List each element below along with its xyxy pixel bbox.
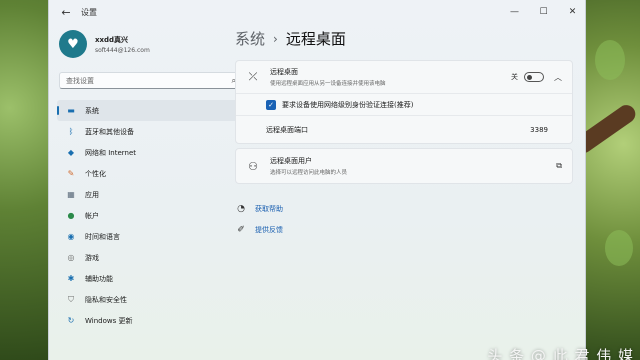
sidebar-item-windows-update[interactable]: ↻ Windows 更新 <box>57 310 247 331</box>
sidebar-item-privacy[interactable]: ⛉ 隐私和安全性 <box>57 289 247 310</box>
get-help-item[interactable]: ◔ 获取帮助 <box>235 200 283 218</box>
title-bar: ← 设置 — ☐ ✕ <box>49 0 587 24</box>
page-title: 远程桌面 <box>285 30 346 48</box>
remote-desktop-icon: ⤫ <box>248 70 258 83</box>
apps-icon: ▦ <box>67 190 75 199</box>
nla-checkbox[interactable]: ✓ <box>266 99 276 110</box>
toggle-state-label: 关 <box>511 73 518 81</box>
back-button[interactable]: ← <box>55 1 77 23</box>
brush-icon: ✎ <box>67 169 75 178</box>
sidebar-item-label: 网络和 Internet <box>85 148 137 157</box>
watermark: 头 条 @ 此 君 伟 媒 <box>487 347 634 360</box>
feedback-icon: ✐ <box>237 225 245 235</box>
sidebar-item-bluetooth[interactable]: ᛒ 蓝牙和其他设备 <box>57 121 247 142</box>
desktop-background-right <box>585 0 640 360</box>
sidebar-item-label: 时间和语言 <box>85 232 120 241</box>
sidebar-nav: ▬ 系统 ᛒ 蓝牙和其他设备 ◆ 网络和 Internet ✎ 个性化 ▦ 应用… <box>57 100 247 331</box>
breadcrumb: 系统 › 远程桌面 <box>235 28 346 49</box>
search-input[interactable]: 查找设置 ⌕ <box>59 72 243 89</box>
sidebar-item-gaming[interactable]: ◎ 游戏 <box>57 247 247 268</box>
accessibility-icon: ✱ <box>67 274 75 283</box>
feedback-link[interactable]: 提供反馈 <box>255 225 283 235</box>
help-section: ◔ 获取帮助 ✐ 提供反馈 <box>235 200 283 242</box>
remote-desktop-card: ⤫ 远程桌面 使用远程桌面应用从另一设备连接并使用该电脑 关 ︿ ✓ 要求设备使… <box>235 60 573 144</box>
user-profile[interactable]: ♥ xxdd真兴 soft444@126.com <box>59 30 150 58</box>
sidebar-item-label: 个性化 <box>85 169 106 178</box>
globe-icon: ◉ <box>67 232 75 241</box>
sidebar-item-personalization[interactable]: ✎ 个性化 <box>57 163 247 184</box>
remote-desktop-header[interactable]: ⤫ 远程桌面 使用远程桌面应用从另一设备连接并使用该电脑 关 ︿ <box>236 61 572 93</box>
bluetooth-icon: ᛒ <box>68 127 74 136</box>
close-button[interactable]: ✕ <box>558 0 587 24</box>
person-icon: ● <box>67 211 75 220</box>
get-help-link[interactable]: 获取帮助 <box>255 204 283 214</box>
remote-users-card[interactable]: ⚇ 远程桌面用户 选择可以远程访问此电脑的人员 ⧉ <box>235 148 573 184</box>
chevron-right-icon: › <box>273 31 278 46</box>
users-icon: ⚇ <box>248 159 258 173</box>
window-controls: — ☐ ✕ <box>500 0 587 24</box>
chevron-up-icon[interactable]: ︿ <box>554 72 562 83</box>
maximize-button[interactable]: ☐ <box>529 0 558 24</box>
feedback-item[interactable]: ✐ 提供反馈 <box>235 221 283 239</box>
sidebar-item-label: Windows 更新 <box>85 316 133 325</box>
app-title: 设置 <box>81 7 97 17</box>
nla-option-row: ✓ 要求设备使用网络级别身份验证连接(推荐) <box>236 93 572 115</box>
avatar: ♥ <box>59 30 87 58</box>
sidebar-item-accounts[interactable]: ● 帐户 <box>57 205 247 226</box>
sidebar-item-accessibility[interactable]: ✱ 辅助功能 <box>57 268 247 289</box>
sidebar-item-label: 蓝牙和其他设备 <box>85 127 134 136</box>
sidebar-item-label: 应用 <box>85 190 99 199</box>
search-placeholder: 查找设置 <box>66 76 94 85</box>
shield-icon: ⛉ <box>68 294 74 304</box>
sidebar-item-network[interactable]: ◆ 网络和 Internet <box>57 142 247 163</box>
update-icon: ↻ <box>67 316 75 325</box>
port-value: 3389 <box>530 125 548 134</box>
help-icon: ◔ <box>237 204 245 214</box>
sidebar-item-label: 游戏 <box>85 253 99 262</box>
settings-window: ← 设置 — ☐ ✕ ♥ xxdd真兴 soft444@126.com 查找设置… <box>48 0 586 360</box>
sidebar-item-label: 帐户 <box>85 211 99 220</box>
nla-label: 要求设备使用网络级别身份验证连接(推荐) <box>282 100 414 109</box>
external-link-icon: ⧉ <box>556 161 562 170</box>
remote-users-title: 远程桌面用户 <box>270 157 312 165</box>
gamepad-icon: ◎ <box>67 253 75 262</box>
desktop-background-left <box>0 0 48 360</box>
sidebar-item-system[interactable]: ▬ 系统 <box>57 100 247 121</box>
sidebar-item-apps[interactable]: ▦ 应用 <box>57 184 247 205</box>
remote-users-description: 选择可以远程访问此电脑的人员 <box>270 170 348 176</box>
profile-name: xxdd真兴 <box>95 35 129 44</box>
heart-icon: ♥ <box>67 36 79 52</box>
sidebar-item-label: 辅助功能 <box>85 274 113 283</box>
remote-desktop-description: 使用远程桌面应用从另一设备连接并使用该电脑 <box>270 81 386 87</box>
sidebar-item-label: 系统 <box>85 106 99 115</box>
remote-desktop-title: 远程桌面 <box>270 68 298 76</box>
profile-email: soft444@126.com <box>95 46 150 54</box>
display-icon: ▬ <box>67 106 75 115</box>
wifi-icon: ◆ <box>67 148 75 157</box>
sidebar-item-label: 隐私和安全性 <box>85 295 127 304</box>
remote-desktop-toggle[interactable] <box>524 72 544 82</box>
breadcrumb-parent[interactable]: 系统 <box>235 28 265 49</box>
minimize-button[interactable]: — <box>500 0 529 24</box>
sidebar-item-time-language[interactable]: ◉ 时间和语言 <box>57 226 247 247</box>
port-label: 远程桌面端口 <box>266 125 308 134</box>
port-row: 远程桌面端口 3389 <box>236 115 572 143</box>
